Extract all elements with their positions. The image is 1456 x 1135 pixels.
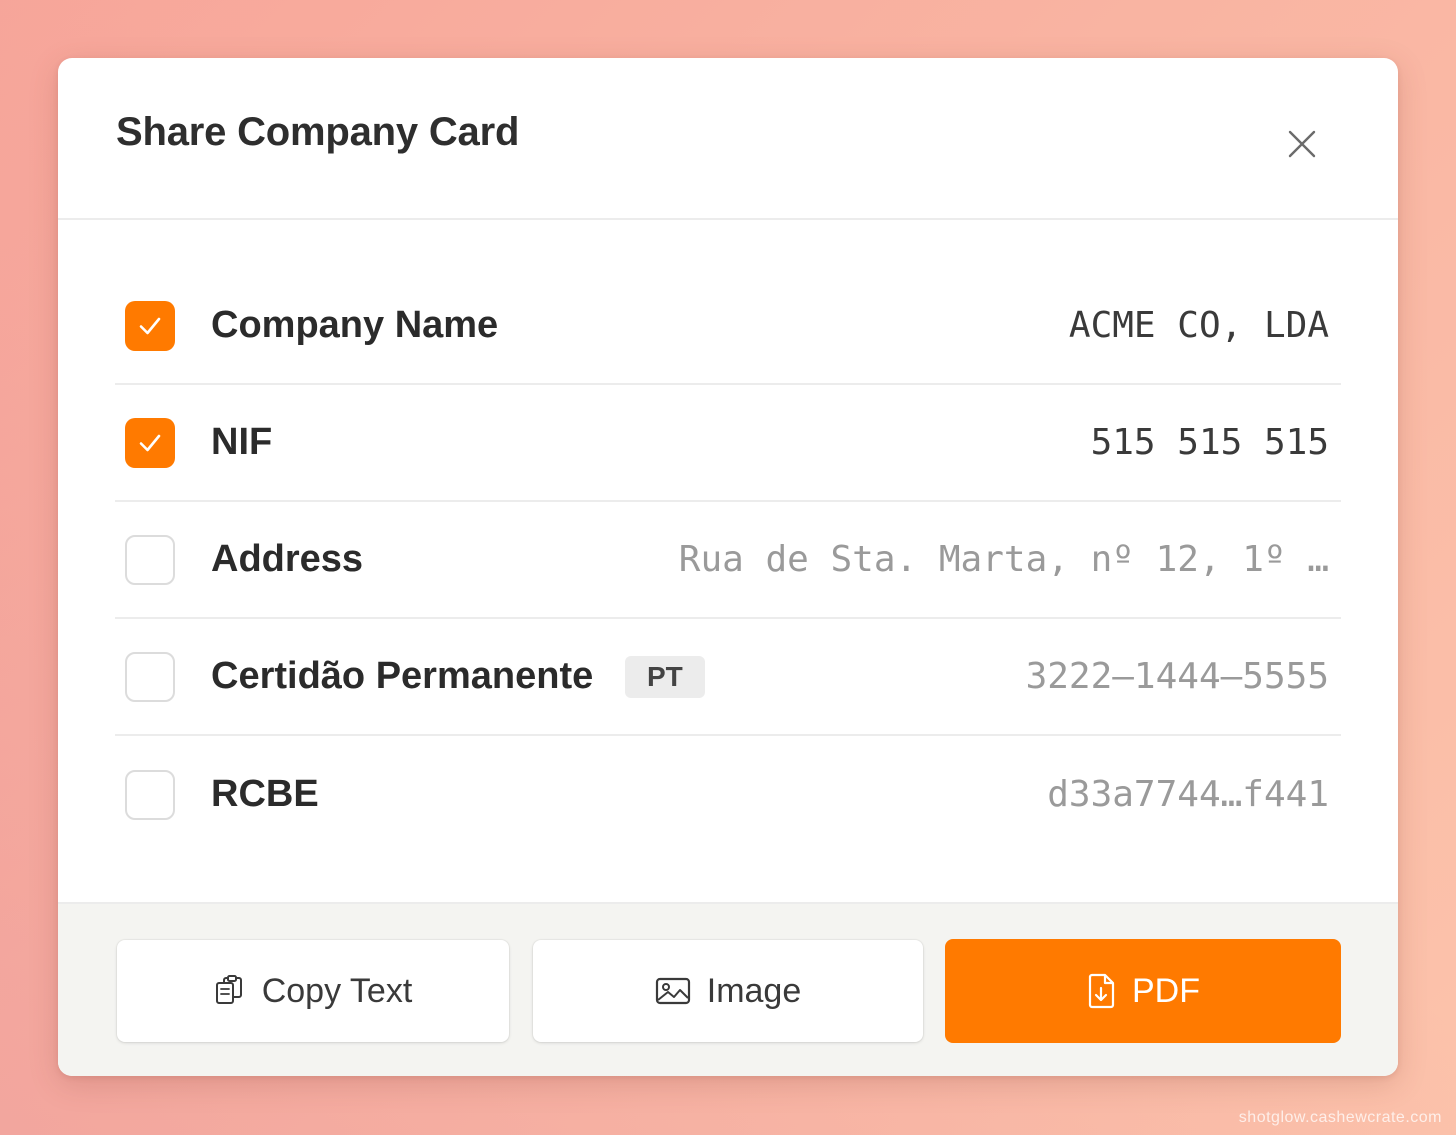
copy-text-button[interactable]: Copy Text bbox=[117, 940, 509, 1042]
field-row-address[interactable]: Address Rua de Sta. Marta, nº 12, 1º … bbox=[115, 502, 1341, 619]
certidao-permanente-checkbox[interactable] bbox=[125, 651, 175, 702]
certidao-permanente-value: 3222–1444–5555 bbox=[1025, 656, 1329, 697]
company-name-value: ACME CO, LDA bbox=[1068, 305, 1329, 346]
rcbe-checkbox[interactable] bbox=[125, 769, 175, 820]
checkmark-icon bbox=[139, 434, 161, 451]
address-checkbox[interactable] bbox=[125, 534, 175, 585]
rcbe-value: d33a7744…f441 bbox=[1047, 774, 1329, 815]
country-badge: PT bbox=[625, 655, 705, 698]
company-name-label: Company Name bbox=[211, 304, 499, 346]
pdf-label: PDF bbox=[1132, 971, 1200, 1010]
field-row-certidao-permanente[interactable]: Certidão Permanente PT 3222–1444–5555 bbox=[115, 619, 1341, 736]
certidao-permanente-label: Certidão Permanente bbox=[211, 655, 594, 697]
field-row-nif[interactable]: NIF 515 515 515 bbox=[115, 385, 1341, 502]
clipboard-copy-icon bbox=[214, 974, 246, 1008]
field-row-company-name[interactable]: Company Name ACME CO, LDA bbox=[115, 268, 1341, 385]
address-label: Address bbox=[211, 538, 364, 580]
field-list: Company Name ACME CO, LDA NIF 515 515 51… bbox=[115, 268, 1341, 853]
pdf-button[interactable]: PDF bbox=[945, 939, 1341, 1043]
dialog-footer: Copy Text Image PDF bbox=[58, 902, 1398, 1076]
close-button[interactable] bbox=[1280, 122, 1324, 166]
company-name-checkbox[interactable] bbox=[125, 300, 175, 351]
nif-value: 515 515 515 bbox=[1090, 422, 1329, 463]
file-download-icon bbox=[1086, 973, 1116, 1009]
dialog-title: Share Company Card bbox=[116, 110, 520, 154]
checkmark-icon bbox=[139, 317, 161, 334]
nif-label: NIF bbox=[211, 421, 273, 463]
rcbe-label: RCBE bbox=[211, 773, 319, 815]
watermark: shotglow.cashewcrate.com bbox=[1238, 1109, 1442, 1126]
address-value: Rua de Sta. Marta, nº 12, 1º … bbox=[678, 539, 1329, 580]
field-row-rcbe[interactable]: RCBE d33a7744…f441 bbox=[115, 736, 1341, 853]
dialog-header: Share Company Card bbox=[58, 58, 1398, 220]
copy-text-label: Copy Text bbox=[261, 971, 413, 1010]
share-company-card-dialog: Share Company Card Company Name ACME CO,… bbox=[58, 58, 1398, 1076]
image-icon bbox=[655, 976, 691, 1006]
nif-checkbox[interactable] bbox=[125, 417, 175, 468]
image-label: Image bbox=[706, 971, 802, 1010]
close-icon bbox=[1288, 130, 1316, 158]
image-button[interactable]: Image bbox=[533, 940, 923, 1042]
